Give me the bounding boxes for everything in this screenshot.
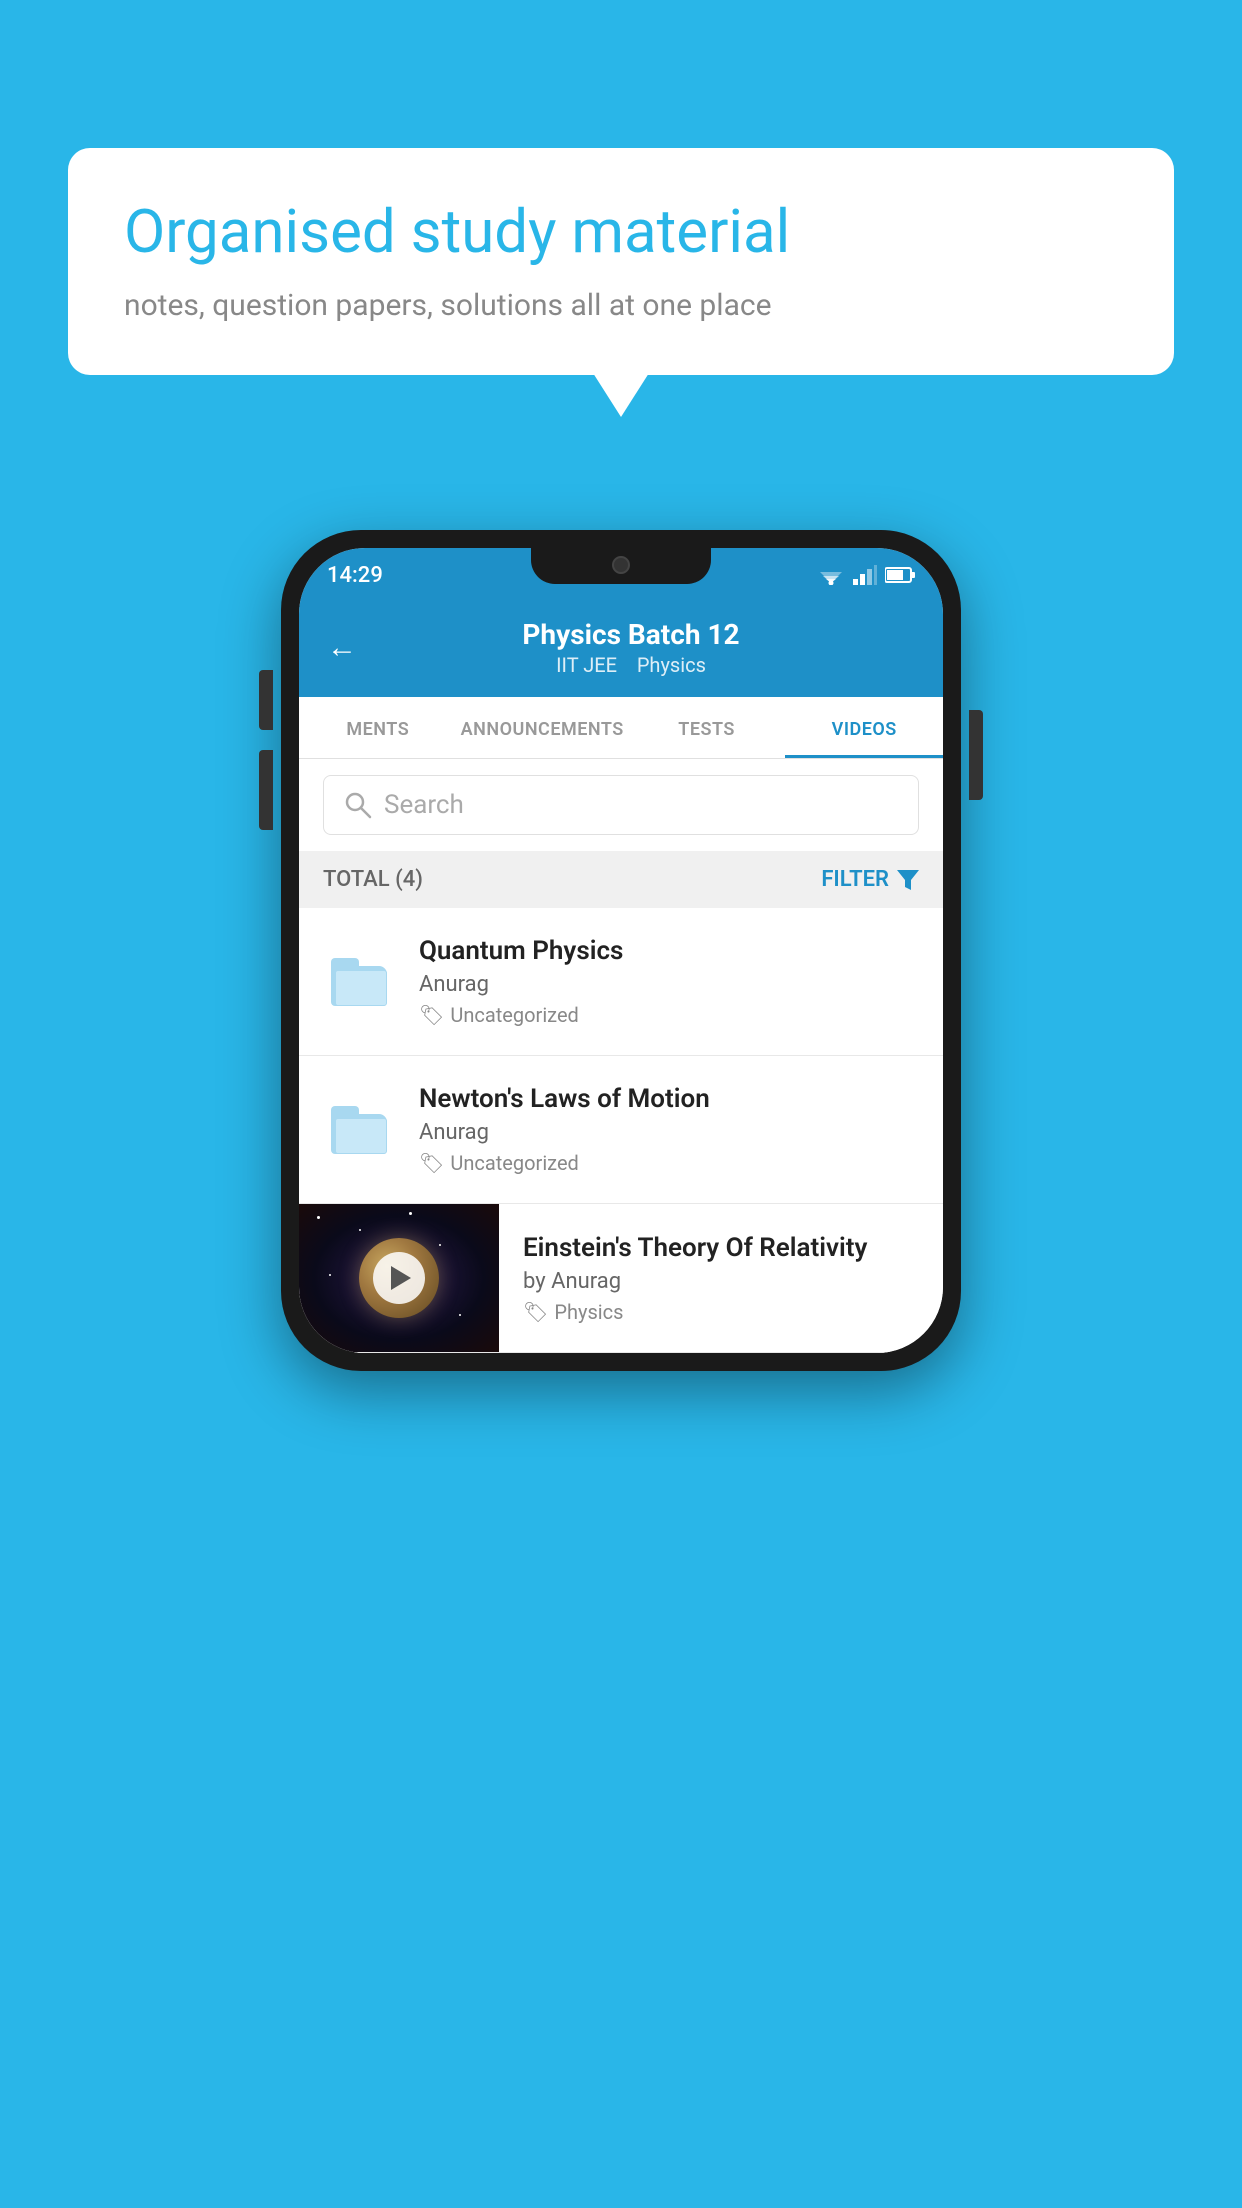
item-details-1: Quantum Physics Anurag 🏷 Uncategorized — [419, 936, 919, 1027]
volume-up-button — [259, 670, 273, 730]
search-bar[interactable]: Search — [323, 775, 919, 835]
tab-announcements[interactable]: ANNOUNCEMENTS — [457, 697, 628, 758]
item-author-1: Anurag — [419, 972, 919, 997]
total-count: TOTAL (4) — [323, 867, 423, 892]
item-tag-1: 🏷 Uncategorized — [419, 1003, 919, 1027]
search-bar-wrapper: Search — [299, 759, 943, 851]
item-author-3: by Anurag — [523, 1269, 919, 1294]
item-icon-2 — [323, 1106, 395, 1154]
phone-notch — [531, 548, 711, 584]
tag-icon-3: 🏷 — [523, 1300, 548, 1324]
phone-outer: 14:29 — [281, 530, 961, 1371]
list-item-video[interactable]: Einstein's Theory Of Relativity by Anura… — [299, 1204, 943, 1353]
tab-ments[interactable]: MENTS — [299, 697, 457, 758]
tabs-bar: MENTS ANNOUNCEMENTS TESTS VIDEOS — [299, 697, 943, 759]
header-subtitle-part2: Physics — [637, 653, 706, 677]
signal-icon — [853, 565, 877, 585]
play-button[interactable] — [373, 1252, 425, 1304]
search-input[interactable]: Search — [384, 790, 464, 820]
header-title: Physics Batch 12 — [377, 618, 885, 651]
phone-screen: 14:29 — [299, 548, 943, 1353]
speech-bubble-subtitle: notes, question papers, solutions all at… — [124, 288, 1118, 323]
item-title-3: Einstein's Theory Of Relativity — [523, 1233, 919, 1263]
volume-down-button — [259, 750, 273, 830]
app-header: ← Physics Batch 12 IIT JEE Physics — [299, 600, 943, 697]
status-time: 14:29 — [327, 563, 383, 588]
header-subtitle-part1: IIT JEE — [556, 653, 617, 677]
power-button — [969, 710, 983, 800]
filter-row: TOTAL (4) FILTER — [299, 851, 943, 908]
battery-icon — [885, 566, 915, 584]
phone-mockup: 14:29 — [281, 530, 961, 1371]
item-title-1: Quantum Physics — [419, 936, 919, 966]
speech-bubble: Organised study material notes, question… — [68, 148, 1174, 375]
video-item-details: Einstein's Theory Of Relativity by Anura… — [523, 1213, 919, 1344]
item-details-2: Newton's Laws of Motion Anurag 🏷 Uncateg… — [419, 1084, 919, 1175]
speech-bubble-title: Organised study material — [124, 196, 1118, 268]
item-author-2: Anurag — [419, 1120, 919, 1145]
folder-icon-2 — [331, 1106, 387, 1154]
back-button[interactable]: ← — [327, 630, 357, 665]
item-tag-3: 🏷 Physics — [523, 1300, 919, 1324]
header-title-group: Physics Batch 12 IIT JEE Physics — [377, 618, 915, 677]
folder-icon-1 — [331, 958, 387, 1006]
filter-label: FILTER — [821, 867, 889, 892]
filter-icon — [897, 870, 919, 890]
tag-icon-2: 🏷 — [419, 1151, 444, 1175]
video-thumbnail — [299, 1204, 499, 1352]
status-icons — [817, 565, 915, 585]
tab-tests[interactable]: TESTS — [628, 697, 786, 758]
list-item[interactable]: Quantum Physics Anurag 🏷 Uncategorized — [299, 908, 943, 1056]
filter-button[interactable]: FILTER — [821, 867, 919, 892]
tag-icon-1: 🏷 — [419, 1003, 444, 1027]
play-icon — [391, 1266, 411, 1290]
item-title-2: Newton's Laws of Motion — [419, 1084, 919, 1114]
list-container: Quantum Physics Anurag 🏷 Uncategorized — [299, 908, 943, 1353]
item-tag-2: 🏷 Uncategorized — [419, 1151, 919, 1175]
speech-bubble-container: Organised study material notes, question… — [68, 148, 1174, 375]
item-icon-1 — [323, 958, 395, 1006]
tab-videos[interactable]: VIDEOS — [785, 697, 943, 758]
search-icon — [344, 791, 372, 819]
header-subtitle: IIT JEE Physics — [377, 653, 885, 677]
wifi-icon — [817, 565, 845, 585]
front-camera — [612, 556, 630, 574]
list-item[interactable]: Newton's Laws of Motion Anurag 🏷 Uncateg… — [299, 1056, 943, 1204]
